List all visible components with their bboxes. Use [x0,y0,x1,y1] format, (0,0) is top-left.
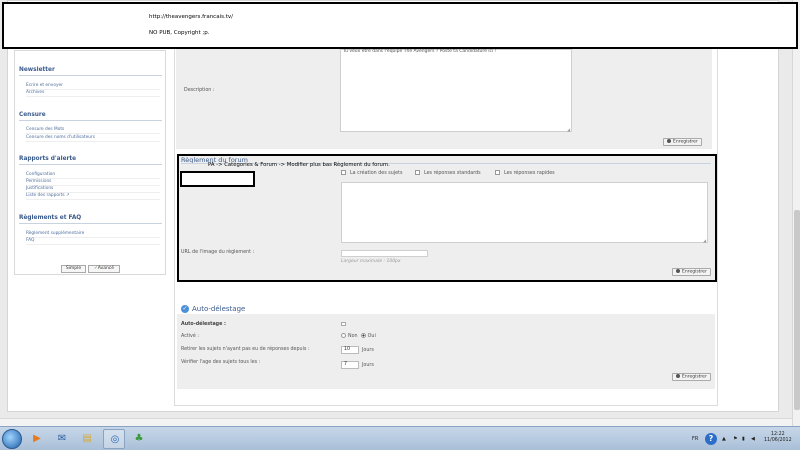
save-button-auto[interactable]: Enregistrer [672,373,711,381]
rules-image-hint: Largeur maximale : 100px [341,259,401,264]
redacted-box [180,171,255,187]
media-player-icon[interactable]: ▶ [30,432,44,446]
check-reponses-standards[interactable]: Les réponses standards [415,170,481,176]
auto-delestage-checkbox[interactable] [341,322,346,326]
active-label: Activé : [181,334,199,339]
start-button[interactable] [2,429,22,449]
checkbox-icon [341,170,346,175]
save-icon [667,139,671,143]
clock[interactable]: 12:22 11/06/2012 [764,432,792,444]
browser-taskbar-button[interactable]: ◎ [103,429,125,449]
sidebar-heading-reglements: Règlements et FAQ [19,215,82,221]
save-button-description[interactable]: Enregistrer [663,138,702,146]
radio-no[interactable] [341,333,346,338]
sidebar-link-reglement-supp[interactable]: Règlement supplémentaire [26,231,84,236]
banner-url: http://theavengers.francais.tv/ [149,14,233,20]
sidebar-link-censure-noms[interactable]: Censure des noms d'utilisateurs [26,135,95,140]
checkbox-icon [495,170,500,175]
sidebar-link-permissions[interactable]: Permissions [26,179,51,184]
sidebar-link-censure-mots[interactable]: Censure des Mots [26,127,64,132]
sidebar-link-ecrire[interactable]: Ecrire et envoyer [26,83,63,88]
browser-icon: ◎ [110,434,120,445]
app-icon[interactable]: ♣ [132,432,146,446]
annotation-text: PA -> Catégories & Forum -> Modifier plu… [208,162,390,168]
mode-advanced-button[interactable]: ✓Avancé [88,265,120,273]
browser-page: Newsletter Ecrire et envoyer Archives Ce… [0,0,792,426]
sidebar-link-archives[interactable]: Archives [26,90,44,95]
sidebar-link-faq[interactable]: FAQ [26,238,34,243]
folder-icon[interactable]: ▤ [80,432,94,446]
sidebar-link-liste-rapports[interactable]: Liste des rapports ↗ [26,193,70,198]
vertical-scrollbar[interactable] [792,0,800,426]
scroll-thumb[interactable] [794,210,800,410]
language-indicator[interactable]: FR [692,436,698,442]
external-link-icon: ↗ [66,193,70,198]
sidebar-heading-newsletter: Newsletter [19,67,55,73]
description-textarea[interactable] [340,49,572,132]
save-button-rules[interactable]: Enregistrer [672,268,711,276]
taskbar: ▶ ✉ ▤ ◎ ♣ FR ? ▲ ⚑ ▮ ◀ 12:22 11/06/2012 [0,426,800,450]
rules-image-url-input[interactable] [341,250,428,257]
network-icon[interactable]: ▮ [742,436,745,442]
remove-days-unit: Jours [362,348,374,353]
resize-handle-icon[interactable]: ◢ [567,127,570,132]
check-creation-sujets[interactable]: La création des sujets [341,170,402,176]
sidebar: Newsletter Ecrire et envoyer Archives Ce… [14,50,166,275]
banner-note: NO PUB, Copyright ;p. [149,30,210,36]
save-icon [676,374,680,378]
checkbox-icon [415,170,420,175]
auto-delestage-heading: ✓ Auto-délestage [181,305,246,313]
remove-topics-label: Retirer les sujets n'ayant pas eu de rép… [181,347,310,352]
remove-days-input[interactable]: 10 [341,346,359,354]
tray-arrow-icon[interactable]: ▲ [722,436,726,442]
check-reponses-rapides[interactable]: Les réponses rapides [495,170,555,176]
rules-textarea[interactable] [341,182,708,243]
volume-icon[interactable]: ◀ [751,436,755,442]
mail-icon[interactable]: ✉ [55,432,69,446]
sidebar-link-configuration[interactable]: Configuration [26,172,55,177]
check-topics-label: Vérifier l'age des sujets tous les : [181,360,261,365]
sidebar-link-justifications[interactable]: Justifications [26,186,53,191]
sidebar-heading-rapports: Rapports d'alerte [19,156,77,162]
rules-image-url-label: URL de l'image du règlement : [181,250,255,255]
flag-icon[interactable]: ⚑ [733,436,737,442]
info-icon: ✓ [181,305,189,313]
description-label: Description : [184,88,215,93]
description-text: Tu veux etre dans l'équipe The Avengers … [343,49,497,54]
check-days-unit: Jours [362,363,374,368]
banner-overlay: http://theavengers.francais.tv/ NO PUB, … [2,2,798,49]
check-days-input[interactable]: 7 [341,361,359,369]
sidebar-heading-censure: Censure [19,112,46,118]
horizontal-scrollbar[interactable] [0,418,792,426]
help-icon[interactable]: ? [705,433,717,445]
auto-delestage-label: Auto-délestage : [181,322,226,327]
radio-yes[interactable] [360,333,366,338]
mode-simple-button[interactable]: Simple [61,265,86,273]
resize-handle-icon[interactable]: ◢ [703,238,706,243]
save-icon [676,269,680,273]
active-radio-group: Non Oui [341,333,376,339]
